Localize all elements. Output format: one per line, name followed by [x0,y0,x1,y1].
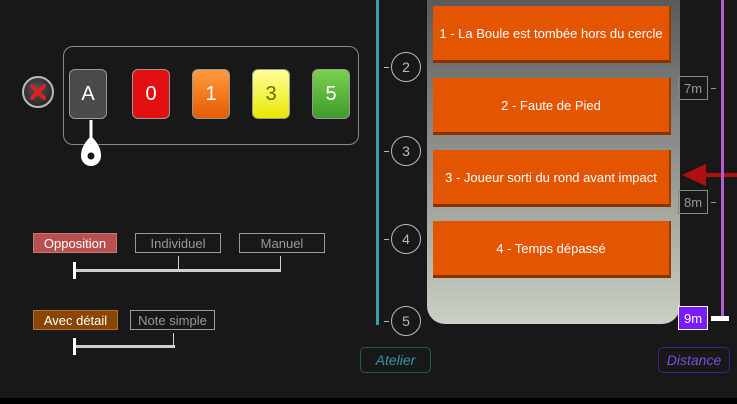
detail-slider-thumb[interactable] [73,338,76,355]
mode-opposition[interactable]: Opposition [33,233,117,253]
close-icon [30,84,46,100]
fault-button-1[interactable]: 1 - La Boule est tombée hors du cercle [433,6,671,63]
mode-slider-track[interactable] [73,269,281,272]
detail-note-simple[interactable]: Note simple [130,310,215,330]
close-button[interactable] [22,76,54,108]
atelier-tick [384,67,389,68]
atelier-tick [384,239,389,240]
distance-thumb[interactable] [711,316,729,321]
score-button-3[interactable]: 3 [252,69,290,119]
mode-slider-tick [178,256,179,269]
score-button-0[interactable]: 0 [132,69,170,119]
atelier-tick [384,151,389,152]
distance-label: Distance [658,347,730,373]
score-button-5[interactable]: 5 [312,69,350,119]
fault-button-3[interactable]: 3 - Joueur sorti du rond avant impact [433,150,671,207]
mode-individuel[interactable]: Individuel [135,233,221,253]
atelier-step-3[interactable]: 3 [391,136,421,166]
distance-tick [711,202,716,203]
atelier-label: Atelier [360,347,431,373]
mode-slider-thumb[interactable] [73,262,76,279]
distance-8m[interactable]: 8m [678,190,708,214]
atelier-tick [384,321,389,322]
score-button-a[interactable]: A [69,69,107,119]
fault-button-2[interactable]: 2 - Faute de Pied [433,78,671,135]
detail-slider-track[interactable] [73,345,175,348]
arrow-left-icon [682,164,737,186]
map-pin-icon[interactable] [79,118,103,170]
fault-button-4[interactable]: 4 - Temps dépassé [433,221,671,278]
atelier-step-2[interactable]: 2 [391,52,421,82]
atelier-step-5[interactable]: 5 [391,306,421,336]
distance-track [721,0,724,320]
mode-slider-tick [280,256,281,269]
detail-avec-detail[interactable]: Avec détail [33,310,118,330]
distance-tick [711,88,716,89]
distance-7m[interactable]: 7m [678,76,708,100]
atelier-track [376,0,379,325]
atelier-step-4[interactable]: 4 [391,224,421,254]
score-button-1[interactable]: 1 [192,69,230,119]
distance-9m[interactable]: 9m [678,306,708,330]
detail-slider-tick [173,333,174,345]
mode-manuel[interactable]: Manuel [239,233,325,253]
